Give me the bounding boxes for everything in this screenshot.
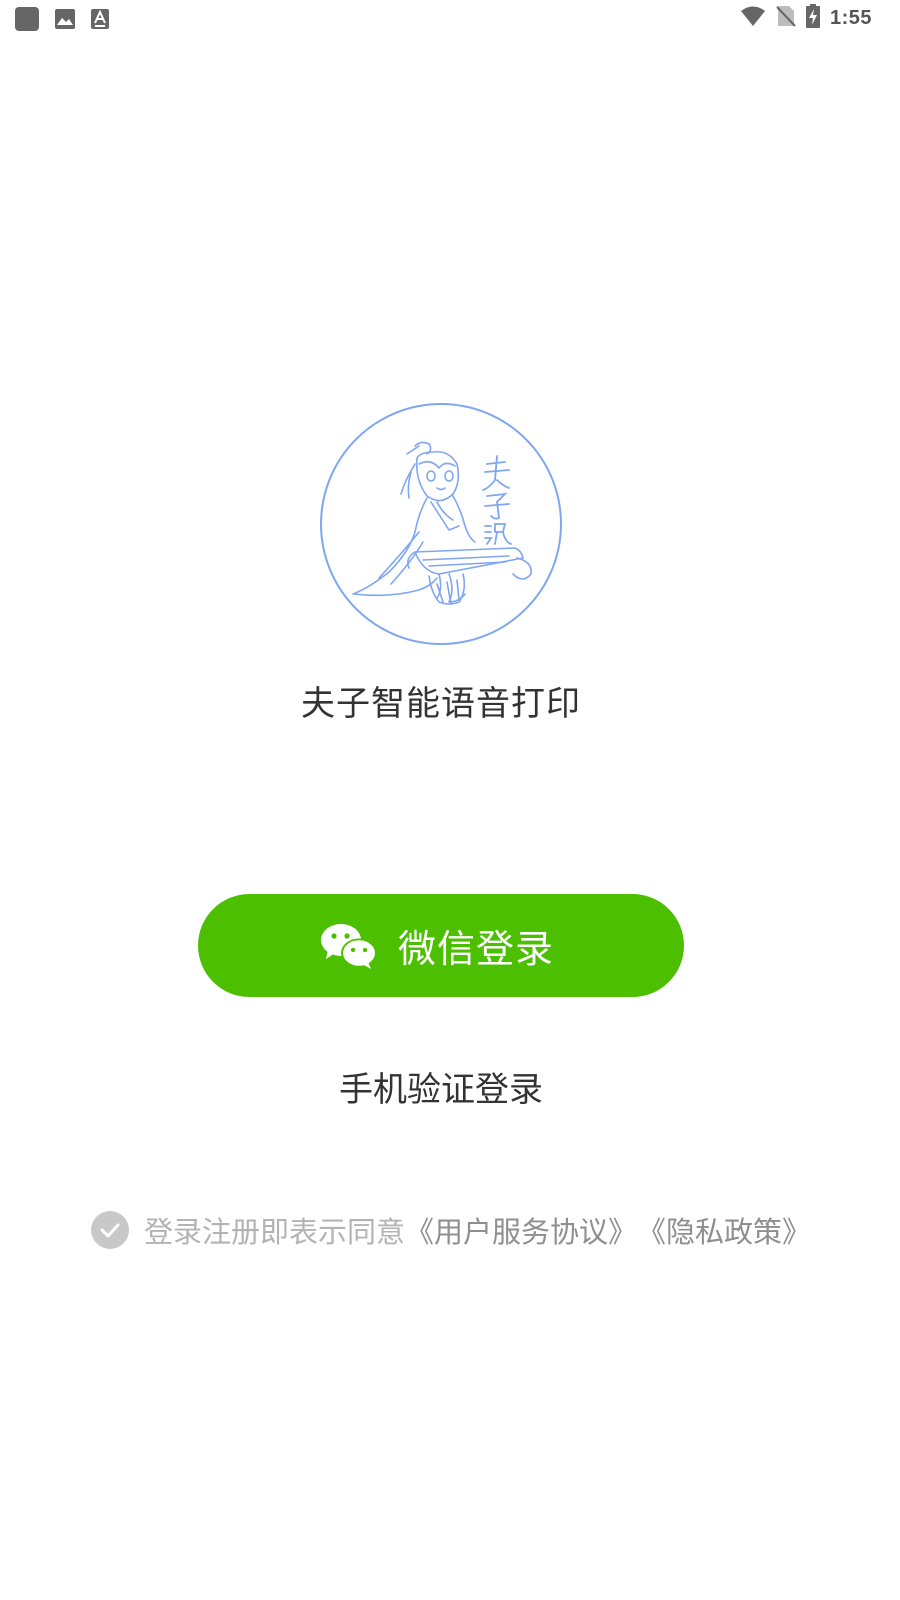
no-sim-icon — [776, 5, 796, 31]
wechat-login-label: 微信登录 — [397, 927, 554, 971]
keyboard-notification-icon — [90, 8, 110, 34]
phone-login-link[interactable]: 手机验证登录 — [0, 1062, 882, 1111]
login-screen: 1:55 夫子智能语音打印 微信登录 手机验证登录 登录注册即表示同意 《用户服… — [0, 0, 900, 1600]
status-bar-notifications — [14, 6, 124, 36]
agreement-checkbox[interactable] — [90, 1210, 130, 1250]
status-bar-system: 1:55 — [740, 4, 872, 32]
status-bar: 1:55 — [0, 0, 900, 36]
battery-charging-icon — [805, 4, 820, 32]
privacy-policy-link[interactable]: 《隐私政策》 — [637, 1209, 811, 1251]
wechat-icon — [320, 922, 378, 970]
user-agreement-link[interactable]: 《用户服务协议》 — [405, 1209, 637, 1251]
agreement-prefix: 登录注册即表示同意 — [144, 1215, 406, 1249]
image-notification-icon — [54, 8, 76, 34]
app-title: 夫子智能语音打印 — [301, 684, 581, 724]
wechat-login-button[interactable]: 微信登录 — [198, 894, 684, 997]
app-logo — [319, 402, 563, 646]
app-notification-icon — [14, 6, 40, 36]
wifi-icon — [740, 5, 766, 31]
agreement-row: 登录注册即表示同意 《用户服务协议》 《隐私政策》 — [90, 1209, 811, 1251]
status-time: 1:55 — [829, 6, 872, 29]
